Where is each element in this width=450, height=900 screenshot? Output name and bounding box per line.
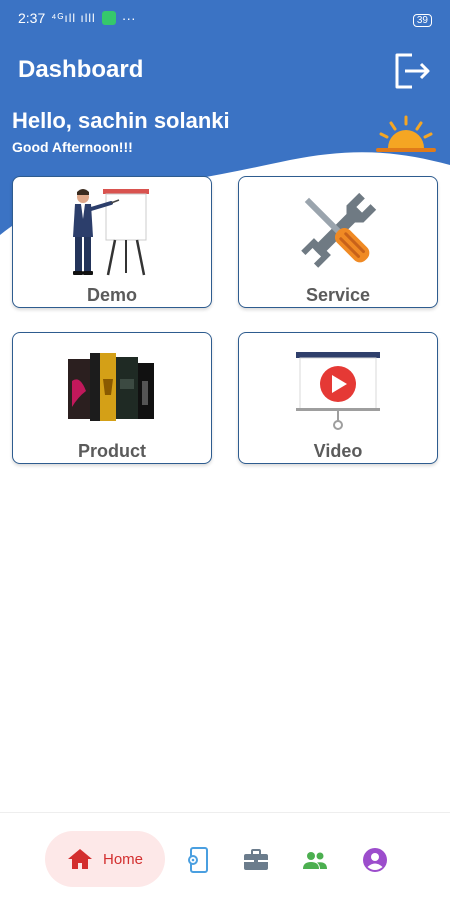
product-card[interactable]: Product [12,332,212,464]
briefcase-icon [244,849,268,870]
greeting-text: Hello, sachin solanki [12,108,230,133]
bottom-navigation: Home [0,812,450,900]
status-time: 2:37 [18,10,46,26]
demo-card[interactable]: Demo [12,176,212,308]
page-title: Dashboard [18,56,144,83]
device-settings-icon [188,847,208,873]
product-card-label: Product [77,441,146,461]
service-card-label: Service [305,285,371,305]
video-card[interactable]: Video [238,332,438,464]
nav-device-tab[interactable] [184,847,210,873]
nav-profile-tab[interactable] [362,847,388,873]
profile-icon [363,848,387,872]
nav-home-tab[interactable]: Home [45,831,165,887]
service-card[interactable]: Service [238,176,438,308]
message-notification-icon [101,11,116,25]
more-notifications-icon: ··· [121,10,136,26]
logout-button[interactable] [392,52,432,90]
group-icon [303,852,327,869]
home-icon [67,849,92,869]
tools-icon [301,192,377,268]
sunset-icon [374,114,438,154]
signal-icon: ⁴ᴳıll ılll [51,11,96,25]
time-of-day-greeting: Good Afternoon!!! [12,139,133,155]
video-play-icon [296,352,380,430]
product-boxes-icon [68,353,154,421]
status-bar: 2:37 ⁴ᴳıll ılll ··· 39 [0,0,450,36]
battery-icon: 39 [412,13,432,27]
nav-briefcase-tab[interactable] [243,847,269,873]
logout-icon [395,53,430,89]
nav-home-label: Home [102,850,143,868]
nav-group-tab[interactable] [302,847,328,873]
video-card-label: Video [313,441,363,461]
demo-card-label: Demo [86,285,137,305]
presenter-icon [73,189,149,276]
